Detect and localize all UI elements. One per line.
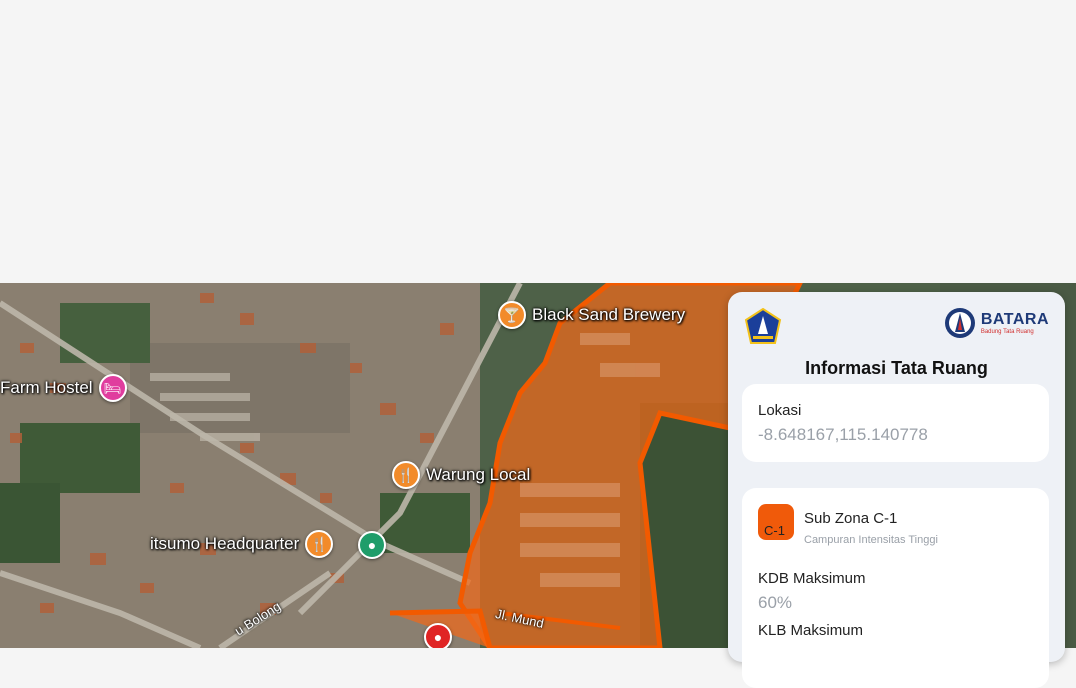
- brand-name: BATARA: [980, 310, 1049, 328]
- brand-subtitle: Badung Tata Ruang: [980, 328, 1034, 335]
- fork-knife-icon: 🍴: [392, 461, 420, 489]
- fork-knife-icon: 🍴: [305, 530, 334, 558]
- blank-header-area: [0, 0, 1076, 283]
- poi-green-marker[interactable]: ●: [358, 531, 386, 559]
- kdb-label: KDB Maksimum: [758, 570, 866, 587]
- zone-title: Sub Zona C-1: [804, 510, 898, 527]
- poi-label: Farm Hostel: [0, 378, 93, 397]
- bed-icon: 🛏: [98, 374, 127, 402]
- location-pin-icon: ●: [358, 531, 386, 559]
- zone-color-badge: C-1: [758, 504, 794, 540]
- location-card: Lokasi -8.648167,115.140778: [742, 384, 1049, 462]
- kdb-value: 60%: [758, 593, 793, 612]
- zone-card: C-1 Sub Zona C-1 Campuran Intensitas Tin…: [742, 488, 1049, 688]
- poi-label: Black Sand Brewery: [532, 305, 686, 324]
- glass-icon: 🍸: [498, 301, 526, 329]
- poi-warung-local[interactable]: 🍴 Warung Local: [392, 461, 530, 489]
- badung-regency-emblem-icon: [744, 308, 782, 344]
- zone-badge-code: C-1: [764, 523, 785, 538]
- panel-title: Informasi Tata Ruang: [805, 358, 988, 378]
- batara-emblem-icon: [944, 308, 975, 338]
- location-label: Lokasi: [758, 402, 802, 419]
- poi-label: itsumo Headquarter: [150, 534, 300, 553]
- poi-black-sand-brewery[interactable]: 🍸 Black Sand Brewery: [498, 301, 685, 329]
- location-value[interactable]: -8.648167,115.140778: [758, 425, 928, 445]
- poi-farm-hostel[interactable]: Farm Hostel 🛏: [0, 374, 127, 402]
- info-panel: BATARA Badung Tata Ruang Informasi Tata …: [728, 292, 1065, 688]
- map-marker-icon: ●: [424, 623, 452, 648]
- batara-logo: BATARA Badung Tata Ruang: [943, 306, 1049, 340]
- poi-itsumo-headquarter[interactable]: itsumo Headquarter 🍴: [150, 530, 334, 558]
- zone-subtitle: Campuran Intensitas Tinggi: [804, 534, 938, 546]
- poi-label: Warung Local: [426, 465, 531, 484]
- selected-location-marker[interactable]: ●: [424, 623, 452, 648]
- klb-label: KLB Maksimum: [758, 622, 864, 639]
